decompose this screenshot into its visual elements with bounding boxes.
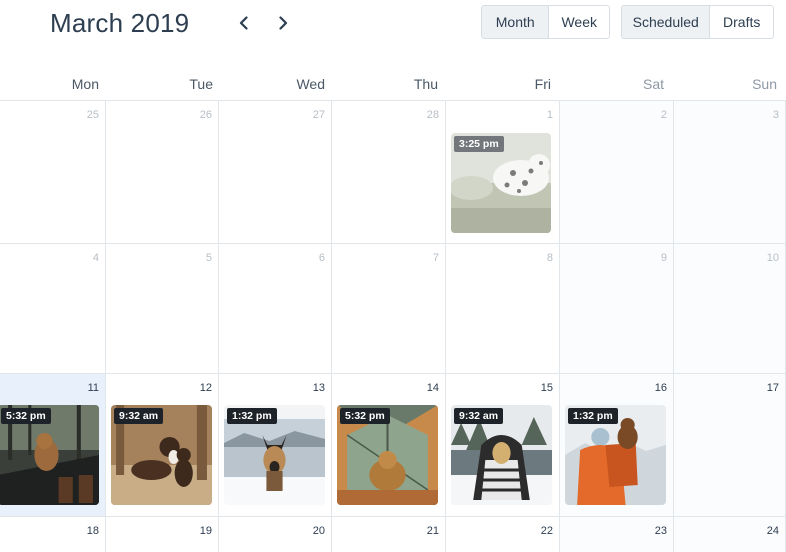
day-cell[interactable]: 28	[332, 101, 446, 244]
day-number: 20	[312, 525, 325, 537]
scheduled-post-thumbnail[interactable]: 1:32 pm	[224, 405, 325, 505]
day-number: 14	[426, 382, 439, 394]
day-cell[interactable]: 8	[446, 244, 560, 374]
scheduled-post-thumbnail[interactable]: 9:32 am	[111, 405, 212, 505]
weekday-label-thu: Thu	[413, 76, 438, 92]
scheduled-post-thumbnail[interactable]: 9:32 am	[451, 405, 552, 505]
day-cell[interactable]: 13 1:32 pm	[219, 374, 332, 517]
day-number: 5	[205, 252, 212, 264]
scheduled-post-thumbnail[interactable]: 5:32 pm	[337, 405, 438, 505]
day-cell[interactable]: 27	[219, 101, 332, 244]
scheduled-post-thumbnail[interactable]: 1:32 pm	[565, 405, 666, 505]
scheduled-post-thumbnail[interactable]: 3:25 pm	[451, 133, 551, 233]
day-cell[interactable]: 10	[674, 244, 786, 374]
day-number: 17	[766, 382, 779, 394]
day-number: 21	[426, 525, 439, 537]
weekday-label-sat: Sat	[642, 76, 664, 92]
day-cell[interactable]: 3	[674, 101, 786, 244]
scheduled-post-thumbnail[interactable]: 5:32 pm	[0, 405, 99, 505]
next-month-button[interactable]	[272, 12, 294, 34]
chevron-right-icon	[279, 16, 288, 30]
day-cell[interactable]: 16 1:32 pm	[560, 374, 674, 517]
post-time-badge: 3:25 pm	[454, 136, 504, 152]
day-number: 25	[86, 109, 99, 121]
day-cell[interactable]: 26	[106, 101, 219, 244]
day-cell[interactable]: 7	[332, 244, 446, 374]
day-number: 7	[432, 252, 439, 264]
day-number: 16	[654, 382, 667, 394]
day-number: 8	[546, 252, 553, 264]
day-cell[interactable]: 14 5:32 pm	[332, 374, 446, 517]
day-number: 15	[540, 382, 553, 394]
post-time-badge: 5:32 pm	[1, 408, 51, 424]
day-number: 10	[766, 252, 779, 264]
post-time-badge: 9:32 am	[114, 408, 164, 424]
previous-month-button[interactable]	[233, 12, 255, 34]
day-cell[interactable]: 23	[560, 517, 674, 552]
calendar-grid: 25 26 27 28 1 3:25 pm 2 3 4 5 6 7 8 9 10…	[0, 100, 786, 552]
post-time-badge: 1:32 pm	[568, 408, 618, 424]
day-cell[interactable]: 6	[219, 244, 332, 374]
day-number: 26	[199, 109, 212, 121]
day-number: 6	[318, 252, 325, 264]
day-number: 11	[87, 382, 99, 394]
day-cell[interactable]: 17	[674, 374, 786, 517]
day-number: 4	[92, 252, 99, 264]
day-cell[interactable]: 25	[0, 101, 106, 244]
status-toggle: Scheduled Drafts	[621, 5, 774, 39]
day-cell[interactable]: 15 9:32 am	[446, 374, 560, 517]
day-cell[interactable]: 21	[332, 517, 446, 552]
day-number: 1	[546, 109, 553, 121]
week-view-button[interactable]: Week	[548, 6, 609, 38]
day-number: 22	[540, 525, 553, 537]
day-cell[interactable]: 2	[560, 101, 674, 244]
weekday-header: Mon Tue Wed Thu Fri Sat Sun	[0, 72, 786, 100]
day-number: 2	[660, 109, 667, 121]
day-number: 18	[86, 525, 99, 537]
day-number: 3	[772, 109, 779, 121]
day-number: 23	[654, 525, 667, 537]
day-cell[interactable]: 1 3:25 pm	[446, 101, 560, 244]
view-toggle: Month Week	[481, 5, 610, 39]
chevron-left-icon	[239, 16, 248, 30]
day-number: 9	[660, 252, 667, 264]
weekday-label-mon: Mon	[71, 76, 99, 92]
post-time-badge: 1:32 pm	[227, 408, 277, 424]
day-number: 12	[199, 382, 212, 394]
day-number: 28	[426, 109, 439, 121]
scheduled-filter-button[interactable]: Scheduled	[622, 6, 710, 38]
day-cell[interactable]: 18	[0, 517, 106, 552]
weekday-label-sun: Sun	[752, 76, 777, 92]
post-time-badge: 5:32 pm	[340, 408, 390, 424]
weekday-label-tue: Tue	[189, 76, 213, 92]
month-view-button[interactable]: Month	[482, 6, 549, 38]
post-time-badge: 9:32 am	[454, 408, 504, 424]
day-number: 24	[766, 525, 779, 537]
day-cell[interactable]: 12 9:32 am	[106, 374, 219, 517]
page-title: March 2019	[50, 8, 190, 38]
day-cell[interactable]: 20	[219, 517, 332, 552]
day-cell-today[interactable]: 11 5:32 pm	[0, 374, 106, 517]
day-number: 13	[312, 382, 325, 394]
day-number: 27	[312, 109, 325, 121]
day-cell[interactable]: 4	[0, 244, 106, 374]
day-number: 19	[199, 525, 212, 537]
day-cell[interactable]: 9	[560, 244, 674, 374]
day-cell[interactable]: 19	[106, 517, 219, 552]
weekday-label-wed: Wed	[296, 76, 325, 92]
day-cell[interactable]: 24	[674, 517, 786, 552]
day-cell[interactable]: 5	[106, 244, 219, 374]
drafts-filter-button[interactable]: Drafts	[709, 6, 773, 38]
weekday-label-fri: Fri	[534, 76, 551, 92]
day-cell[interactable]: 22	[446, 517, 560, 552]
